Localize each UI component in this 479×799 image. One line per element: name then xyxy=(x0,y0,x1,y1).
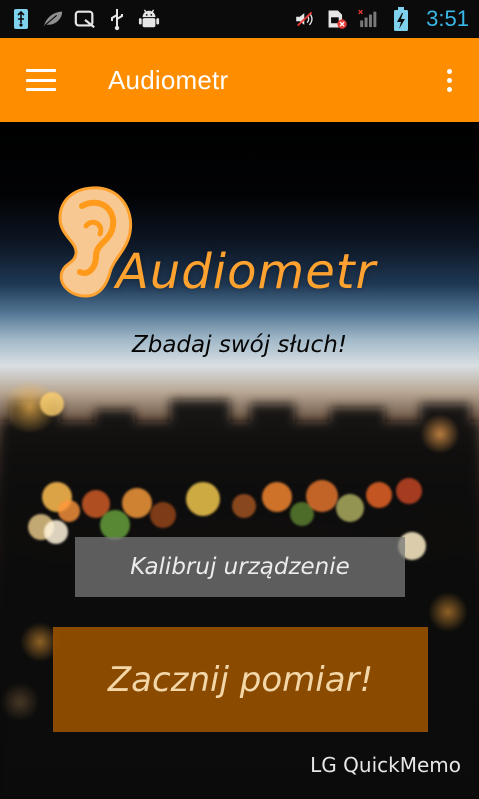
bokeh-light xyxy=(150,502,176,528)
volume-muted-icon xyxy=(294,8,316,30)
bokeh-light xyxy=(186,482,220,516)
bokeh-light xyxy=(58,500,80,522)
bokeh-light xyxy=(366,482,392,508)
leaf-icon xyxy=(42,8,64,30)
bokeh-light xyxy=(396,478,422,504)
quickmemo-icon xyxy=(74,8,96,30)
overflow-menu-icon[interactable] xyxy=(437,60,461,100)
status-bar: 3:51 xyxy=(0,0,479,38)
app-screen: 3:51 Audiometr Audiometr Zbadaj swój słu… xyxy=(0,0,479,799)
bokeh-light xyxy=(420,414,460,454)
tagline: Zbadaj swój słuch! xyxy=(131,332,348,358)
sim-error-icon xyxy=(326,8,348,30)
status-left-icons xyxy=(10,8,160,31)
calibrate-button[interactable]: Kalibruj urządzenie xyxy=(75,537,405,597)
bokeh-light xyxy=(0,682,40,722)
bokeh-light xyxy=(262,482,292,512)
menu-icon[interactable] xyxy=(26,69,56,91)
usb-icon xyxy=(106,8,128,31)
bokeh-light xyxy=(44,520,68,544)
battery-charging-icon xyxy=(390,7,412,31)
app-logo: Audiometr xyxy=(52,184,432,314)
signal-icon xyxy=(358,8,380,30)
quickmemo-watermark: LG QuickMemo xyxy=(310,753,461,777)
logo-text: Audiometr xyxy=(116,244,377,300)
status-right-icons: 3:51 xyxy=(294,6,469,32)
main-content: Audiometr Zbadaj swój słuch! Kalibruj ur… xyxy=(0,122,479,799)
bokeh-light xyxy=(122,488,152,518)
bokeh-light xyxy=(306,480,338,512)
bokeh-light xyxy=(428,592,468,632)
android-debug-icon xyxy=(138,8,160,30)
app-bar: Audiometr xyxy=(0,38,479,122)
bokeh-light xyxy=(40,392,64,416)
start-measurement-button[interactable]: Zacznij pomiar! xyxy=(53,627,428,732)
bokeh-light xyxy=(232,494,256,518)
bokeh-light xyxy=(336,494,364,522)
usb-debug-icon xyxy=(10,8,32,30)
clock: 3:51 xyxy=(426,6,469,31)
bokeh-light xyxy=(100,510,130,540)
app-title: Audiometr xyxy=(108,64,229,95)
